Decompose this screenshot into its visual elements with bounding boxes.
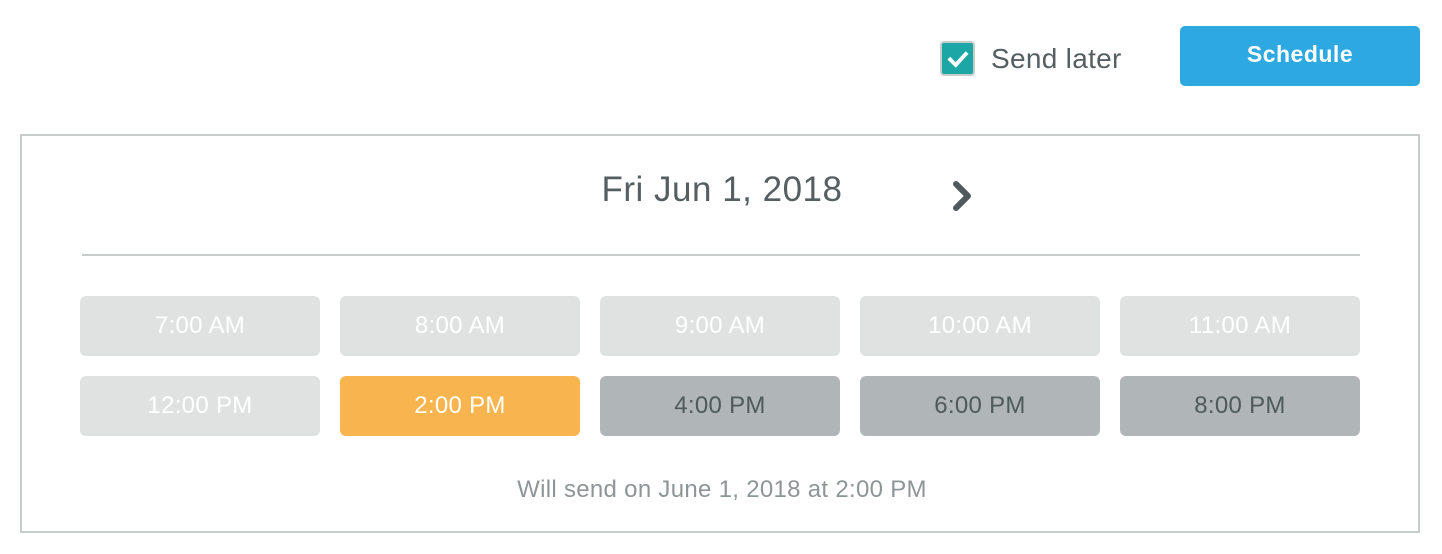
chevron-right-icon <box>953 181 971 211</box>
toolbar: Send later Schedule <box>0 0 1442 110</box>
date-title: Fri Jun 1, 2018 <box>601 170 843 209</box>
schedule-summary: Will send on June 1, 2018 at 2:00 PM <box>517 476 927 503</box>
send-later-toggle[interactable]: Send later <box>940 41 1122 76</box>
scheduler-panel: Fri Jun 1, 2018 7:00 AM 8:00 AM 9:00 AM … <box>20 134 1420 533</box>
time-slot[interactable]: 6:00 PM <box>860 376 1100 436</box>
checkmark-icon <box>946 50 969 68</box>
date-header: Fri Jun 1, 2018 <box>22 136 1418 254</box>
header-divider <box>82 254 1360 256</box>
time-slot: 9:00 AM <box>600 296 840 356</box>
time-slot[interactable]: 8:00 PM <box>1120 376 1360 436</box>
send-later-checkbox[interactable] <box>940 41 975 76</box>
time-slot: 12:00 PM <box>80 376 320 436</box>
next-day-button[interactable] <box>948 178 978 214</box>
schedule-button[interactable]: Schedule <box>1180 26 1420 86</box>
time-slot: 11:00 AM <box>1120 296 1360 356</box>
time-slot: 7:00 AM <box>80 296 320 356</box>
time-slot: 10:00 AM <box>860 296 1100 356</box>
time-slot-selected[interactable]: 2:00 PM <box>340 376 580 436</box>
time-slot: 8:00 AM <box>340 296 580 356</box>
time-slot-grid: 7:00 AM 8:00 AM 9:00 AM 10:00 AM 11:00 A… <box>80 296 1362 436</box>
send-later-label: Send later <box>991 42 1122 74</box>
time-slot[interactable]: 4:00 PM <box>600 376 840 436</box>
